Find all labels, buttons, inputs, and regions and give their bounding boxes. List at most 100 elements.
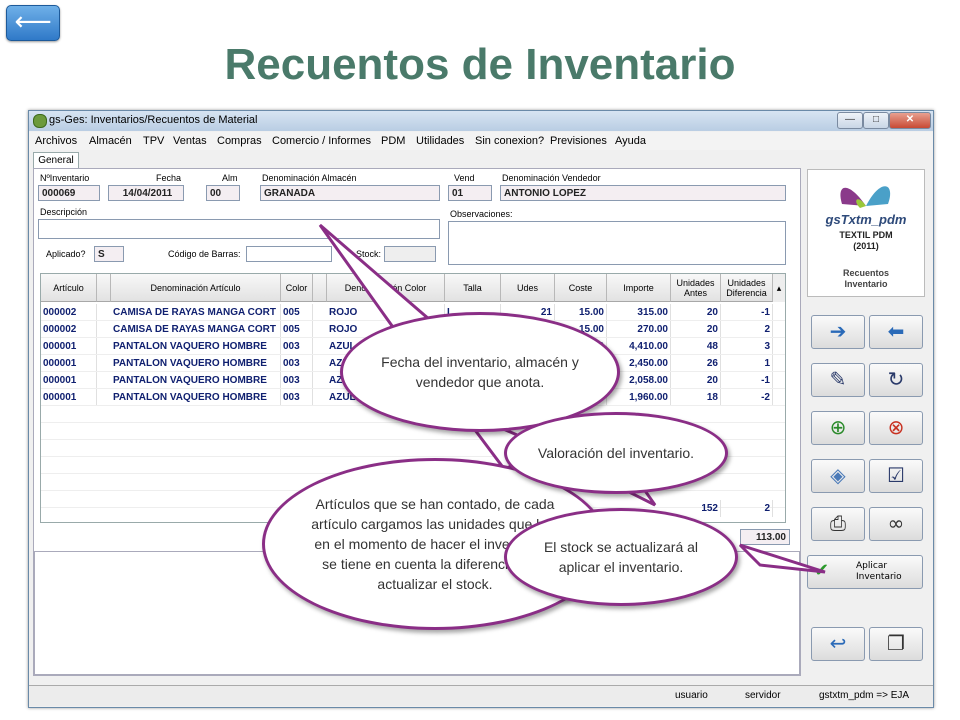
menu-previsiones[interactable]: Previsiones <box>550 135 607 147</box>
cell-articulo[interactable]: 000001 <box>41 389 97 406</box>
col-denominacion-color[interactable]: Denominación Color <box>327 274 445 302</box>
glasses-icon[interactable]: ∞ <box>869 507 923 541</box>
codigo-barras-label: Código de Barras: <box>168 249 241 259</box>
cell-unidades-diferencia[interactable]: -1 <box>721 372 773 389</box>
cell-importe[interactable]: 270.00 <box>607 321 671 338</box>
col-unidades-diferencia[interactable]: Unidades Diferencia <box>721 274 773 302</box>
col-coste[interactable]: Coste <box>555 274 607 302</box>
col-blank-1[interactable] <box>97 274 111 302</box>
cell-importe[interactable]: 1,960.00 <box>607 389 671 406</box>
windows-icon[interactable]: ❐ <box>869 627 923 661</box>
menu-archivos[interactable]: Archivos <box>35 135 77 147</box>
cell-color[interactable]: 005 <box>281 304 313 321</box>
add-record-icon[interactable]: ⊕ <box>811 411 865 445</box>
maximize-icon[interactable]: □ <box>863 112 889 129</box>
aplicado-field[interactable]: S <box>94 246 124 262</box>
delete-record-icon[interactable]: ⊗ <box>869 411 923 445</box>
cell-unidades-diferencia[interactable]: -2 <box>721 389 773 406</box>
cell-denominacion[interactable]: CAMISA DE RAYAS MANGA CORT <box>111 321 281 338</box>
close-icon[interactable]: ✕ <box>889 112 931 129</box>
col-color[interactable]: Color <box>281 274 313 302</box>
cell-denominacion[interactable]: PANTALON VAQUERO HOMBRE <box>111 338 281 355</box>
aplicar-label: Aplicar <box>856 561 888 571</box>
cell-unidades-diferencia[interactable]: 1 <box>721 355 773 372</box>
cell-unidades-diferencia[interactable]: 3 <box>721 338 773 355</box>
menu-utilidades[interactable]: Utilidades <box>416 135 464 147</box>
alm-field[interactable]: 00 <box>206 185 240 201</box>
cell-unidades-antes[interactable]: 20 <box>671 304 721 321</box>
cell-importe[interactable]: 4,410.00 <box>607 338 671 355</box>
cell-articulo[interactable]: 000001 <box>41 355 97 372</box>
col-udes[interactable]: Udes <box>501 274 555 302</box>
col-articulo[interactable]: Artículo <box>41 274 97 302</box>
col-talla[interactable]: Talla <box>445 274 501 302</box>
menu-ventas[interactable]: Ventas <box>173 135 207 147</box>
cell-importe[interactable]: 315.00 <box>607 304 671 321</box>
col-unidades-antes[interactable]: Unidades Antes <box>671 274 721 302</box>
window-title: gs-Ges: Inventarios/Recuentos de Materia… <box>49 114 258 126</box>
status-bar: usuario servidor gstxtm_pdm => EJA <box>29 685 933 706</box>
menu-compras[interactable]: Compras <box>217 135 262 147</box>
cell-unidades-antes[interactable]: 20 <box>671 372 721 389</box>
denominacion-vendedor-field[interactable]: ANTONIO LOPEZ <box>500 185 786 201</box>
tab-general[interactable]: General <box>33 152 79 169</box>
cell-denominacion[interactable]: PANTALON VAQUERO HOMBRE <box>111 389 281 406</box>
cell-unidades-antes[interactable]: 48 <box>671 338 721 355</box>
cell-denominacion[interactable]: CAMISA DE RAYAS MANGA CORT <box>111 304 281 321</box>
status-db: gstxtm_pdm => EJA <box>819 690 910 701</box>
stock-label: Stock: <box>356 249 382 259</box>
observaciones-field[interactable] <box>448 221 786 265</box>
cell-articulo[interactable]: 000001 <box>41 372 97 389</box>
logo-caption2: Inventario <box>844 279 888 289</box>
logo-brand: gsTxtm_pdm <box>825 212 907 227</box>
undo-icon[interactable]: ↩ <box>811 627 865 661</box>
cell-unidades-diferencia[interactable]: -1 <box>721 304 773 321</box>
cell-color[interactable]: 003 <box>281 389 313 406</box>
fecha-field[interactable]: 14/04/2011 <box>108 185 184 201</box>
cell-unidades-antes[interactable]: 26 <box>671 355 721 372</box>
aplicar-inventario-button[interactable]: ✔ Aplicar Inventario <box>807 555 923 589</box>
col-blank-2[interactable] <box>313 274 327 302</box>
print-icon[interactable]: ⎙ <box>811 507 865 541</box>
cell-denominacion[interactable]: PANTALON VAQUERO HOMBRE <box>111 372 281 389</box>
cell-color[interactable]: 003 <box>281 355 313 372</box>
cell-color[interactable]: 005 <box>281 321 313 338</box>
logo-line1: TEXTIL PDM <box>839 230 893 240</box>
cell-coste[interactable]: 15.00 <box>555 304 607 321</box>
butterfly-icon <box>840 186 891 208</box>
menu-almacen[interactable]: Almacén <box>89 135 132 147</box>
checklist-icon[interactable]: ☑ <box>869 459 923 493</box>
menu-tpv[interactable]: TPV <box>143 135 164 147</box>
cell-color[interactable]: 003 <box>281 338 313 355</box>
arrow-right-icon[interactable]: ➔ <box>811 315 865 349</box>
view-icon[interactable]: ◈ <box>811 459 865 493</box>
codigo-barras-field[interactable] <box>246 246 332 262</box>
col-denominacion-articulo[interactable]: Denominación Artículo <box>111 274 281 302</box>
logo-caption1: Recuentos <box>842 268 889 278</box>
minimize-icon[interactable]: — <box>837 112 863 129</box>
num-inventario-field[interactable]: 000069 <box>38 185 100 201</box>
app-icon <box>33 114 47 128</box>
refresh-document-icon[interactable]: ↻ <box>869 363 923 397</box>
col-importe[interactable]: Importe <box>607 274 671 302</box>
back-arrow-button[interactable]: ⟵ <box>6 5 60 41</box>
menu-comercio-informes[interactable]: Comercio / Informes <box>272 135 371 147</box>
descripcion-field[interactable] <box>38 219 440 239</box>
cell-articulo[interactable]: 000002 <box>41 321 97 338</box>
cell-unidades-diferencia[interactable]: 2 <box>721 321 773 338</box>
edit-document-icon[interactable]: ✎ <box>811 363 865 397</box>
grid-scrollbar[interactable]: ▴ <box>773 274 785 302</box>
cell-unidades-antes[interactable]: 20 <box>671 321 721 338</box>
denominacion-almacen-field[interactable]: GRANADA <box>260 185 440 201</box>
arrow-left-icon[interactable]: ⬅ <box>869 315 923 349</box>
cell-denominacion[interactable]: PANTALON VAQUERO HOMBRE <box>111 355 281 372</box>
menu-sin-conexion[interactable]: Sin conexion? <box>475 135 544 147</box>
cell-unidades-antes[interactable]: 18 <box>671 389 721 406</box>
stock-field[interactable] <box>384 246 436 262</box>
cell-color[interactable]: 003 <box>281 372 313 389</box>
menu-pdm[interactable]: PDM <box>381 135 405 147</box>
vend-field[interactable]: 01 <box>448 185 492 201</box>
cell-articulo[interactable]: 000002 <box>41 304 97 321</box>
cell-articulo[interactable]: 000001 <box>41 338 97 355</box>
menu-ayuda[interactable]: Ayuda <box>615 135 646 147</box>
